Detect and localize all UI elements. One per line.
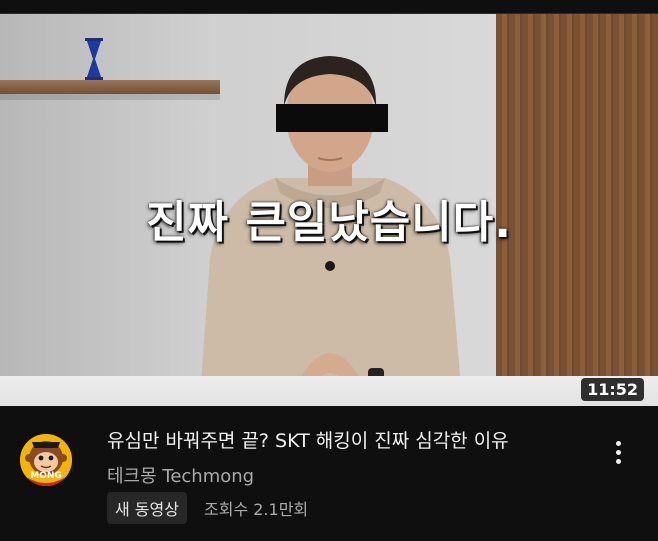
more-vert-icon[interactable] <box>606 438 630 468</box>
video-info: MONG 유심만 바꿔주면 끝? SKT 해킹이 진짜 심각한 이유 테크몽 T… <box>0 406 658 541</box>
avatar-label: MONG <box>30 471 62 481</box>
channel-name[interactable]: 테크몽 Techmong <box>107 462 254 488</box>
thumbnail-table <box>0 376 658 406</box>
new-video-badge: 새 동영상 <box>107 492 187 524</box>
view-count: 조회수 2.1만회 <box>204 500 309 519</box>
video-thumbnail[interactable]: 진짜 큰일났습니다. 11:52 <box>0 14 658 406</box>
video-title[interactable]: 유심만 바꿔주면 끝? SKT 해킹이 진짜 심각한 이유 <box>107 428 587 454</box>
duration-badge: 11:52 <box>581 378 644 401</box>
thumbnail-caption: 진짜 큰일났습니다. <box>146 197 512 248</box>
status-bar <box>0 0 658 14</box>
channel-avatar[interactable]: MONG <box>20 434 72 486</box>
hourglass-icon <box>85 38 103 80</box>
